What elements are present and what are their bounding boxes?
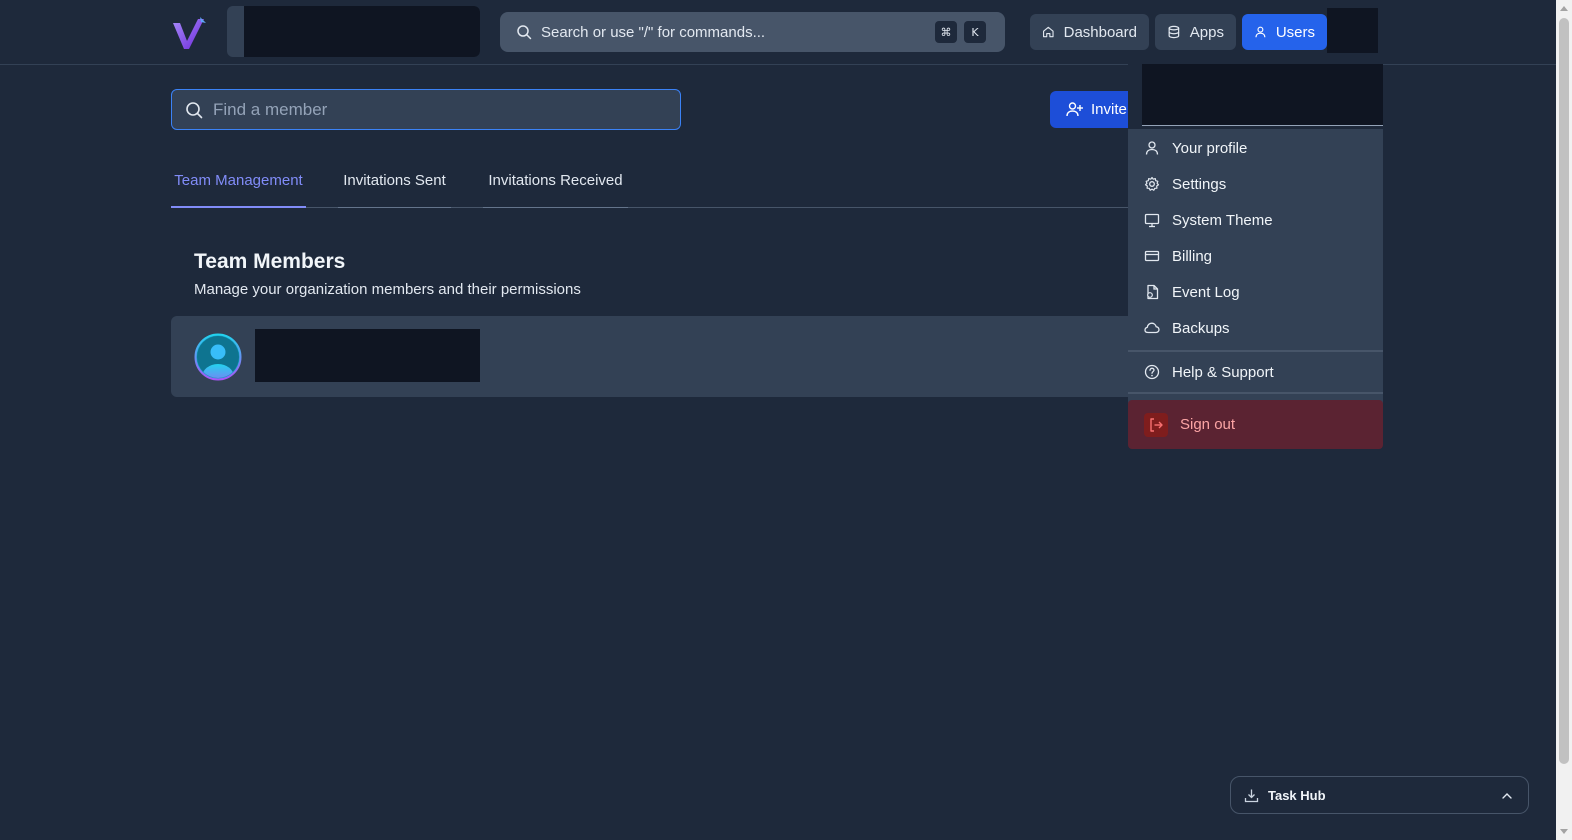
- gear-icon: [1144, 176, 1160, 191]
- menu-item-system-theme[interactable]: System Theme: [1128, 202, 1383, 238]
- top-bar: Search or use "/" for commands... ⌘ K Da…: [0, 0, 1556, 65]
- menu-item-profile[interactable]: Your profile: [1128, 130, 1383, 166]
- file-log-icon: [1147, 284, 1159, 300]
- shortcut-k-key: K: [964, 21, 986, 43]
- database-icon: [1168, 25, 1180, 39]
- page-scrollbar[interactable]: [1556, 0, 1572, 840]
- invite-button-label: Invite: [1091, 101, 1127, 118]
- tab-invitations-received[interactable]: Invitations Received: [483, 160, 628, 208]
- scroll-up-arrow[interactable]: [1560, 6, 1568, 11]
- avatar-icon: [194, 333, 242, 381]
- chevron-up-icon[interactable]: [1500, 789, 1514, 803]
- menu-item-backups[interactable]: Backups: [1128, 310, 1383, 346]
- user-avatar-button-redacted[interactable]: [1327, 8, 1378, 53]
- org-switcher[interactable]: [227, 6, 480, 57]
- member-search-field[interactable]: [171, 89, 681, 130]
- search-icon: [186, 101, 203, 118]
- section-title: Team Members: [194, 250, 346, 273]
- sign-out-label: Sign out: [1180, 416, 1236, 433]
- scroll-down-arrow[interactable]: [1560, 829, 1568, 834]
- menu-item-label: Your profile: [1172, 139, 1248, 157]
- user-menu: Your profile Settings System Theme Billi…: [1128, 64, 1383, 451]
- sign-out-icon-wrap: [1144, 412, 1168, 437]
- menu-item-label: Event Log: [1172, 283, 1240, 301]
- menu-item-label: Billing: [1172, 247, 1213, 265]
- shortcut-meta-key: ⌘: [935, 21, 957, 43]
- member-search-input[interactable]: [213, 99, 653, 120]
- logo-icon: [173, 17, 206, 49]
- scrollbar-thumb[interactable]: [1559, 18, 1569, 764]
- account-info-redacted: [1142, 64, 1383, 126]
- nav-dashboard-button[interactable]: Dashboard: [1030, 14, 1149, 50]
- user-icon: [1145, 141, 1159, 155]
- nav-apps-label: Apps: [1189, 23, 1224, 41]
- table-row[interactable]: [171, 316, 1131, 397]
- tab-invitations-sent[interactable]: Invitations Sent: [338, 160, 451, 208]
- command-search[interactable]: Search or use "/" for commands... ⌘ K: [500, 12, 1005, 52]
- menu-item-event-log[interactable]: Event Log: [1128, 274, 1383, 310]
- user-plus-icon: [1066, 102, 1083, 117]
- nav-dashboard-label: Dashboard: [1063, 23, 1137, 41]
- sign-out-icon: [1150, 417, 1163, 432]
- search-icon: [517, 25, 532, 40]
- menu-item-label: System Theme: [1172, 211, 1273, 229]
- home-icon: [1043, 26, 1054, 38]
- menu-group-help: Help & Support: [1128, 354, 1383, 391]
- menu-divider: [1128, 350, 1383, 352]
- menu-item-label: Settings: [1172, 175, 1227, 193]
- org-name-redacted: [244, 6, 480, 57]
- menu-item-label: Backups: [1172, 319, 1230, 337]
- cloud-icon: [1144, 322, 1160, 334]
- menu-item-billing[interactable]: Billing: [1128, 238, 1383, 274]
- tab-bar: Team Management Invitations Sent Invitat…: [171, 160, 1128, 208]
- nav-users-button[interactable]: Users: [1242, 14, 1327, 50]
- nav-apps-button[interactable]: Apps: [1155, 14, 1236, 50]
- menu-divider: [1128, 392, 1383, 394]
- command-search-placeholder: Search or use "/" for commands...: [541, 23, 766, 41]
- download-icon: [1244, 789, 1259, 802]
- task-hub-label: Task Hub: [1268, 787, 1326, 803]
- menu-item-settings[interactable]: Settings: [1128, 166, 1383, 202]
- nav-users-label: Users: [1275, 23, 1315, 41]
- task-hub-panel[interactable]: Task Hub: [1230, 776, 1529, 814]
- credit-card-icon: [1144, 250, 1160, 262]
- tab-team-management[interactable]: Team Management: [171, 160, 306, 208]
- app-logo[interactable]: [170, 15, 210, 51]
- user-icon: [1255, 26, 1266, 38]
- sign-out-button[interactable]: Sign out: [1128, 400, 1383, 449]
- menu-item-help-support[interactable]: Help & Support: [1128, 354, 1383, 390]
- avatar: [194, 333, 242, 381]
- monitor-icon: [1144, 213, 1160, 228]
- help-circle-icon: [1144, 364, 1160, 380]
- member-name-redacted: [255, 329, 480, 382]
- menu-item-label: Help & Support: [1172, 363, 1274, 381]
- section-subtitle: Manage your organization members and the…: [194, 281, 581, 298]
